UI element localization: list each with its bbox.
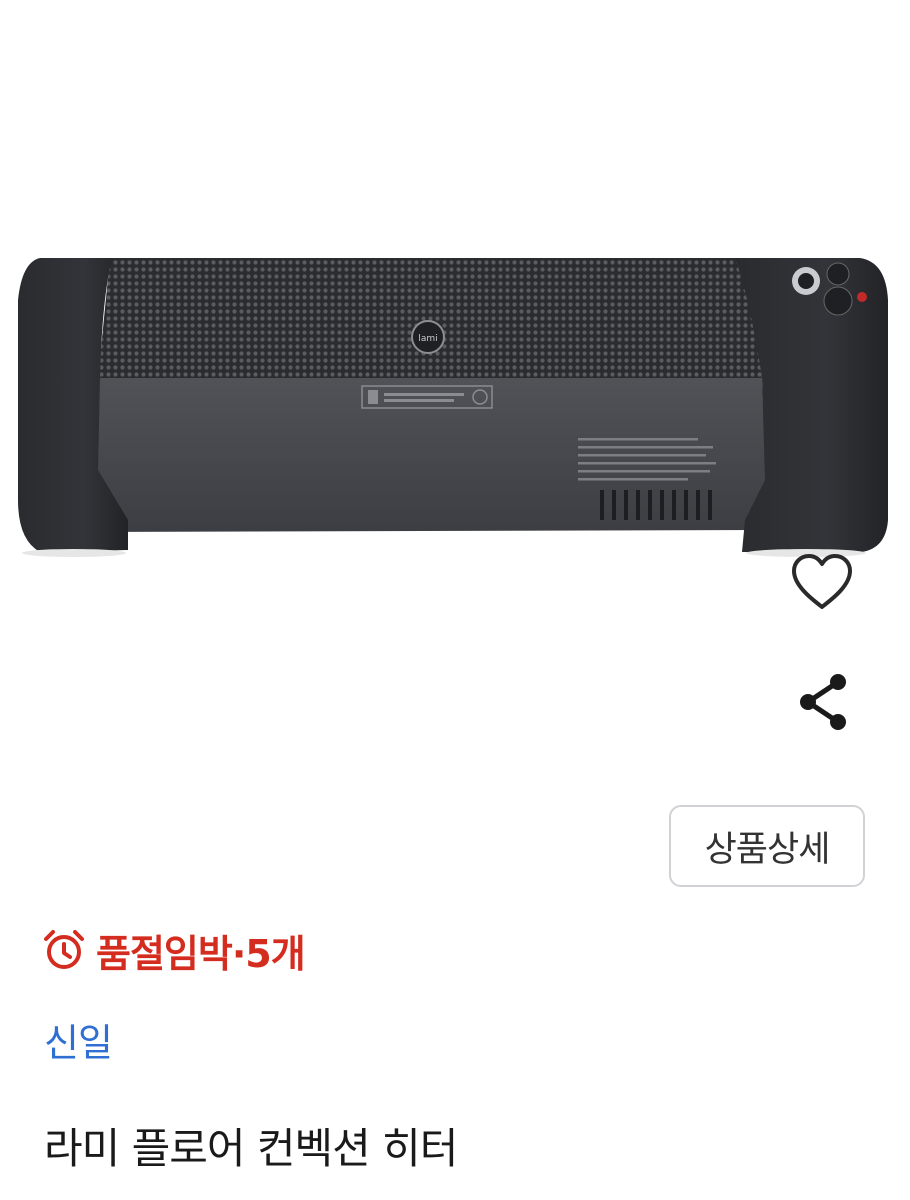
brand-logo-text: lami [418, 334, 437, 344]
heater-illustration: lami [18, 258, 888, 557]
share-button[interactable] [786, 666, 858, 738]
stock-notice-text: 품절임박·5개 [96, 931, 306, 976]
product-title: 라미 플로어 컨벡션 히터 [44, 1124, 458, 1173]
alarm-clock-icon [44, 930, 84, 969]
brand-link[interactable]: 신일 [44, 1012, 113, 1067]
product-image: lami [0, 0, 910, 600]
heater-grille [98, 258, 762, 378]
wishlist-button[interactable] [782, 546, 862, 618]
stock-notice: 품절임박·5개 [42, 922, 306, 978]
share-icon [800, 674, 846, 730]
product-detail-button[interactable]: 상품상세 [669, 805, 865, 887]
heater-foot-left-shadow [22, 549, 126, 557]
heart-icon [792, 554, 852, 609]
